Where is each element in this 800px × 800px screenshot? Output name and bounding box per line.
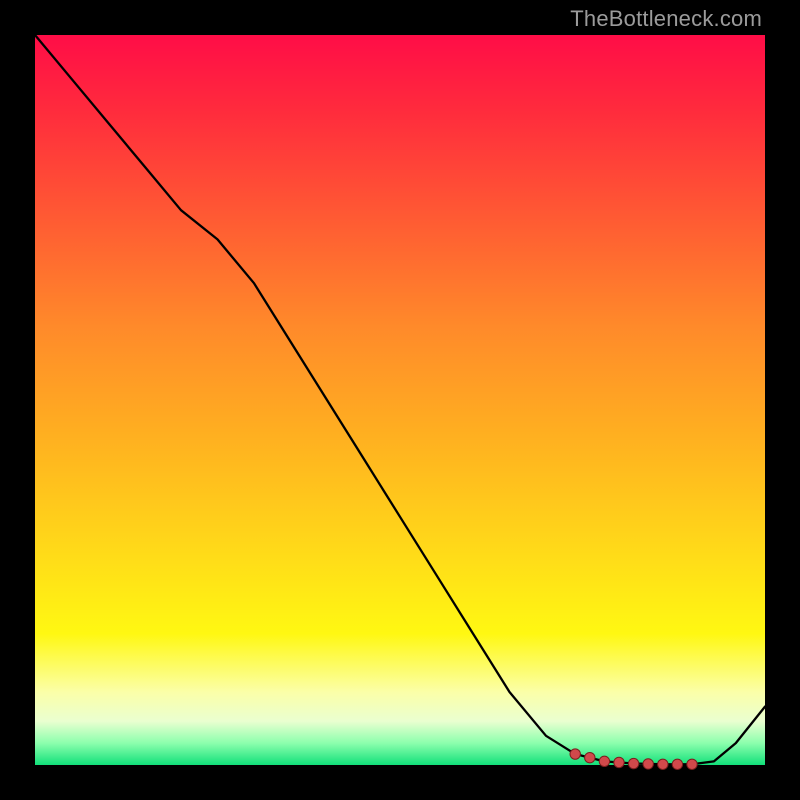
series-marker bbox=[599, 756, 609, 766]
series-marker bbox=[585, 753, 595, 763]
series-markers bbox=[570, 749, 697, 770]
watermark-text: TheBottleneck.com bbox=[570, 6, 762, 32]
series-line bbox=[35, 35, 765, 764]
chart-overlay bbox=[35, 35, 765, 765]
series-marker bbox=[658, 759, 668, 769]
chart-frame: TheBottleneck.com bbox=[0, 0, 800, 800]
series-marker bbox=[672, 759, 682, 769]
series-marker bbox=[628, 758, 638, 768]
series-marker bbox=[614, 757, 624, 767]
series-marker bbox=[643, 759, 653, 769]
plot-area bbox=[35, 35, 765, 765]
series-marker bbox=[570, 749, 580, 759]
series-marker bbox=[687, 759, 697, 769]
